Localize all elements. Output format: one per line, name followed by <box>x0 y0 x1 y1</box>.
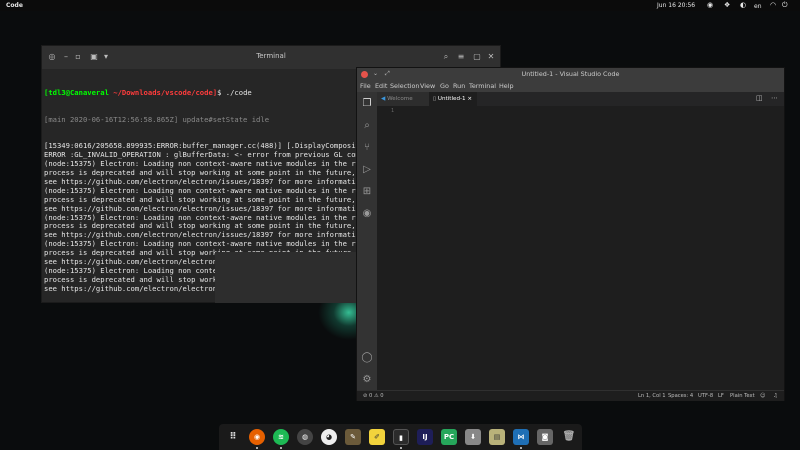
apps-grid-icon[interactable]: ⠿ <box>225 429 241 445</box>
vscode-titlebar[interactable]: ⌄ ⤢ Untitled-1 - Visual Studio Code <box>357 68 784 81</box>
network-icon[interactable]: ◐ <box>740 1 746 10</box>
dock: ⠿ ◉ ≋ ◍ ◕ ✎ ✐ ▮ IJ PC ⬇ ▤ ⋈ ◙ 🗑 <box>219 424 582 450</box>
firefox-icon[interactable]: ◉ <box>249 429 265 445</box>
indentation[interactable]: Spaces: 4 <box>668 393 693 399</box>
remote-icon[interactable]: ◉ <box>361 208 373 220</box>
trash-icon[interactable]: 🗑 <box>561 429 577 445</box>
editor-area[interactable]: 1 <box>377 106 784 390</box>
intellij-icon[interactable]: IJ <box>417 429 433 445</box>
gimp-icon[interactable]: ✎ <box>345 429 361 445</box>
top-panel: Code Jun 16 20:56 ◉ ❖ ◐ en ◠ ⏻ <box>0 0 800 11</box>
menu-help[interactable]: Help <box>499 82 514 90</box>
search-icon[interactable]: ⌕ <box>440 51 452 63</box>
feedback-icon[interactable]: ☺ <box>760 393 765 399</box>
extensions-icon[interactable]: ⊞ <box>361 186 373 198</box>
power-icon[interactable]: ⏻ <box>782 1 788 10</box>
account-icon[interactable]: ◯ <box>361 352 373 364</box>
search-icon[interactable]: ⌕ <box>361 120 373 132</box>
underlying-window-edge <box>215 252 356 303</box>
notes-icon[interactable]: ✐ <box>369 429 385 445</box>
running-indicator <box>400 447 402 449</box>
explorer-icon[interactable]: ❐ <box>361 98 373 110</box>
tab-close-icon[interactable]: × <box>467 96 472 102</box>
problems-indicator[interactable]: ⊘ 0 ⚠ 0 <box>363 393 384 399</box>
prompt-line: [tdl3@Canaveral ~/Downloads/vscode/code]… <box>44 87 374 98</box>
more-actions-icon[interactable]: ⋯ <box>771 94 778 102</box>
close-icon[interactable]: ✕ <box>485 51 497 63</box>
vscode-window[interactable]: ⌄ ⤢ Untitled-1 - Visual Studio Code File… <box>356 67 785 401</box>
pycharm-icon[interactable]: PC <box>441 429 457 445</box>
hamburger-menu-icon[interactable]: ≡ <box>455 51 467 63</box>
split-editor-icon[interactable]: ◫ <box>756 94 763 102</box>
menu-bar: File Edit Selection View Go Run Terminal Help <box>357 81 784 92</box>
running-indicator <box>256 447 258 449</box>
active-app-name[interactable]: Code <box>6 2 23 9</box>
dropbox-icon[interactable]: ❖ <box>724 1 730 10</box>
wifi-icon[interactable]: ◠ <box>770 1 776 10</box>
spotify-icon[interactable]: ≋ <box>273 429 289 445</box>
menu-edit[interactable]: Edit <box>375 82 387 90</box>
vscode-logo-icon: ◀ <box>381 96 386 102</box>
source-control-icon[interactable]: ⑂ <box>361 142 373 154</box>
notifications-icon[interactable]: ♫ <box>773 393 778 399</box>
downloader-icon[interactable]: ⬇ <box>465 429 481 445</box>
running-indicator <box>520 447 522 449</box>
editor-tabs: ◀ Welcome ▯ Untitled-1 × ◫ ⋯ <box>377 92 784 106</box>
activity-bar: ❐ ⌕ ⑂ ▷ ⊞ ◉ ◯ ⚙ <box>357 92 377 390</box>
volume-icon[interactable]: ◉ <box>707 1 713 10</box>
run-debug-icon[interactable]: ▷ <box>361 164 373 176</box>
github-icon[interactable]: ◕ <box>321 429 337 445</box>
cursor-position[interactable]: Ln 1, Col 1 <box>638 393 666 399</box>
document-viewer-icon[interactable]: ◙ <box>537 429 553 445</box>
end-of-line[interactable]: LF <box>718 393 724 399</box>
window-title: Untitled-1 - Visual Studio Code <box>521 70 620 78</box>
menu-run[interactable]: Run <box>453 82 465 90</box>
running-indicator <box>280 447 282 449</box>
menu-file[interactable]: File <box>360 82 371 90</box>
terminal-icon[interactable]: ▮ <box>393 429 409 445</box>
menu-terminal[interactable]: Terminal <box>469 82 496 90</box>
obs-icon[interactable]: ◍ <box>297 429 313 445</box>
prompt-path: ~/Downloads/vscode/code] <box>113 87 218 97</box>
tab-untitled[interactable]: ▯ Untitled-1 × <box>429 92 477 106</box>
encoding[interactable]: UTF-8 <box>698 393 713 399</box>
menu-go[interactable]: Go <box>440 82 449 90</box>
clock[interactable]: Jun 16 20:56 <box>657 2 695 9</box>
line-number: 1 <box>391 108 395 114</box>
tab-label: Untitled-1 <box>437 96 466 102</box>
menu-view[interactable]: View <box>420 82 435 90</box>
prompt-command: $ ./code <box>217 87 252 97</box>
language-indicator[interactable]: en <box>754 2 762 11</box>
prompt-user: [tdl3@Canaveral <box>44 87 109 97</box>
terminal-title: Terminal <box>256 52 286 60</box>
settings-gear-icon[interactable]: ⚙ <box>361 374 373 386</box>
language-mode[interactable]: Plain Text <box>730 393 755 399</box>
tab-welcome[interactable]: ◀ Welcome <box>377 92 429 106</box>
tab-label: Welcome <box>387 96 413 102</box>
terminal-headerbar[interactable]: ◎ – ▫ ▣ ▾ Terminal ⌕ ≡ ▢ ✕ <box>42 46 500 69</box>
output-line: [main 2020-06-16T12:56:58.865Z] update#s… <box>44 114 270 124</box>
maximize-icon[interactable]: ▢ <box>471 51 483 63</box>
files-icon[interactable]: ▤ <box>489 429 505 445</box>
menu-selection[interactable]: Selection <box>390 82 419 90</box>
file-icon: ▯ <box>433 96 437 102</box>
vscode-icon[interactable]: ⋈ <box>513 429 529 445</box>
status-bar: ⊘ 0 ⚠ 0 Ln 1, Col 1 Spaces: 4 UTF-8 LF P… <box>357 390 784 401</box>
